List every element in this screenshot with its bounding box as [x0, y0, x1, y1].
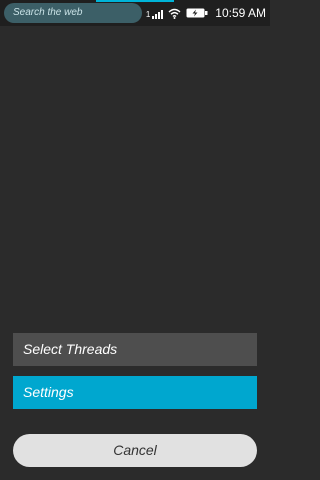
battery-charging-icon: [186, 8, 208, 18]
clock-time: 10:59 AM: [215, 6, 266, 20]
status-indicators: 1 10:59 AM: [146, 0, 266, 26]
search-input[interactable]: Search the web: [4, 3, 142, 23]
signal-icon: 1: [145, 7, 164, 19]
status-bar: Search the web 1 10:59 AM: [0, 0, 270, 26]
wifi-icon: [168, 8, 181, 19]
cancel-button[interactable]: Cancel: [13, 434, 257, 467]
select-threads-button[interactable]: Select Threads: [13, 333, 257, 366]
signal-label: 1: [145, 10, 151, 19]
settings-button[interactable]: Settings: [13, 376, 257, 409]
